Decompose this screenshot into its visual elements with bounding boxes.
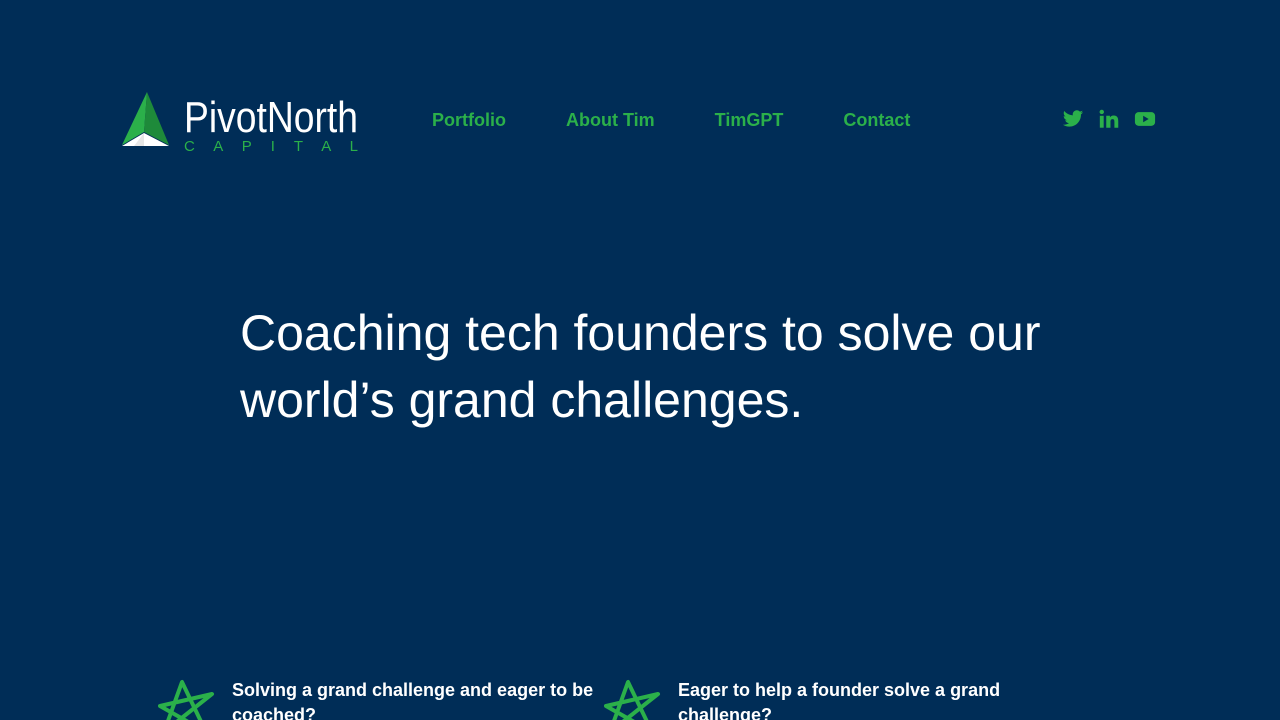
youtube-icon: [1134, 112, 1156, 126]
youtube-link[interactable]: [1134, 108, 1156, 130]
cta-founder-link[interactable]: Solving a grand challenge and eager to b…: [232, 676, 604, 720]
hero-headline: Coaching tech founders to solve our worl…: [240, 305, 1041, 428]
cta-mentor[interactable]: Eager to help a founder solve a grand ch…: [602, 676, 1050, 720]
logo-link[interactable]: PivotNorth C A P I T A L: [120, 88, 360, 155]
page: PivotNorth C A P I T A L Portfolio About…: [0, 0, 1280, 720]
twitter-link[interactable]: [1062, 108, 1084, 130]
star-icon: [604, 680, 660, 720]
main-nav: Portfolio About Tim TimGPT Contact: [432, 108, 970, 132]
cta-founder[interactable]: Solving a grand challenge and eager to b…: [156, 676, 604, 720]
linkedin-link[interactable]: [1098, 108, 1120, 130]
linkedin-icon: [1099, 109, 1119, 128]
pivotnorth-logo: PivotNorth C A P I T A L: [122, 92, 358, 155]
nav-about-tim[interactable]: About Tim: [566, 108, 655, 132]
nav-portfolio[interactable]: Portfolio: [432, 108, 506, 132]
cta-mentor-link[interactable]: Eager to help a founder solve a grand ch…: [678, 676, 1050, 720]
social-links: [1062, 108, 1156, 130]
twitter-icon: [1062, 110, 1084, 127]
nav-contact[interactable]: Contact: [843, 108, 910, 132]
nav-timgpt[interactable]: TimGPT: [715, 108, 784, 132]
star-icon: [158, 680, 214, 720]
logo-wordmark: PivotNorth: [184, 93, 358, 142]
